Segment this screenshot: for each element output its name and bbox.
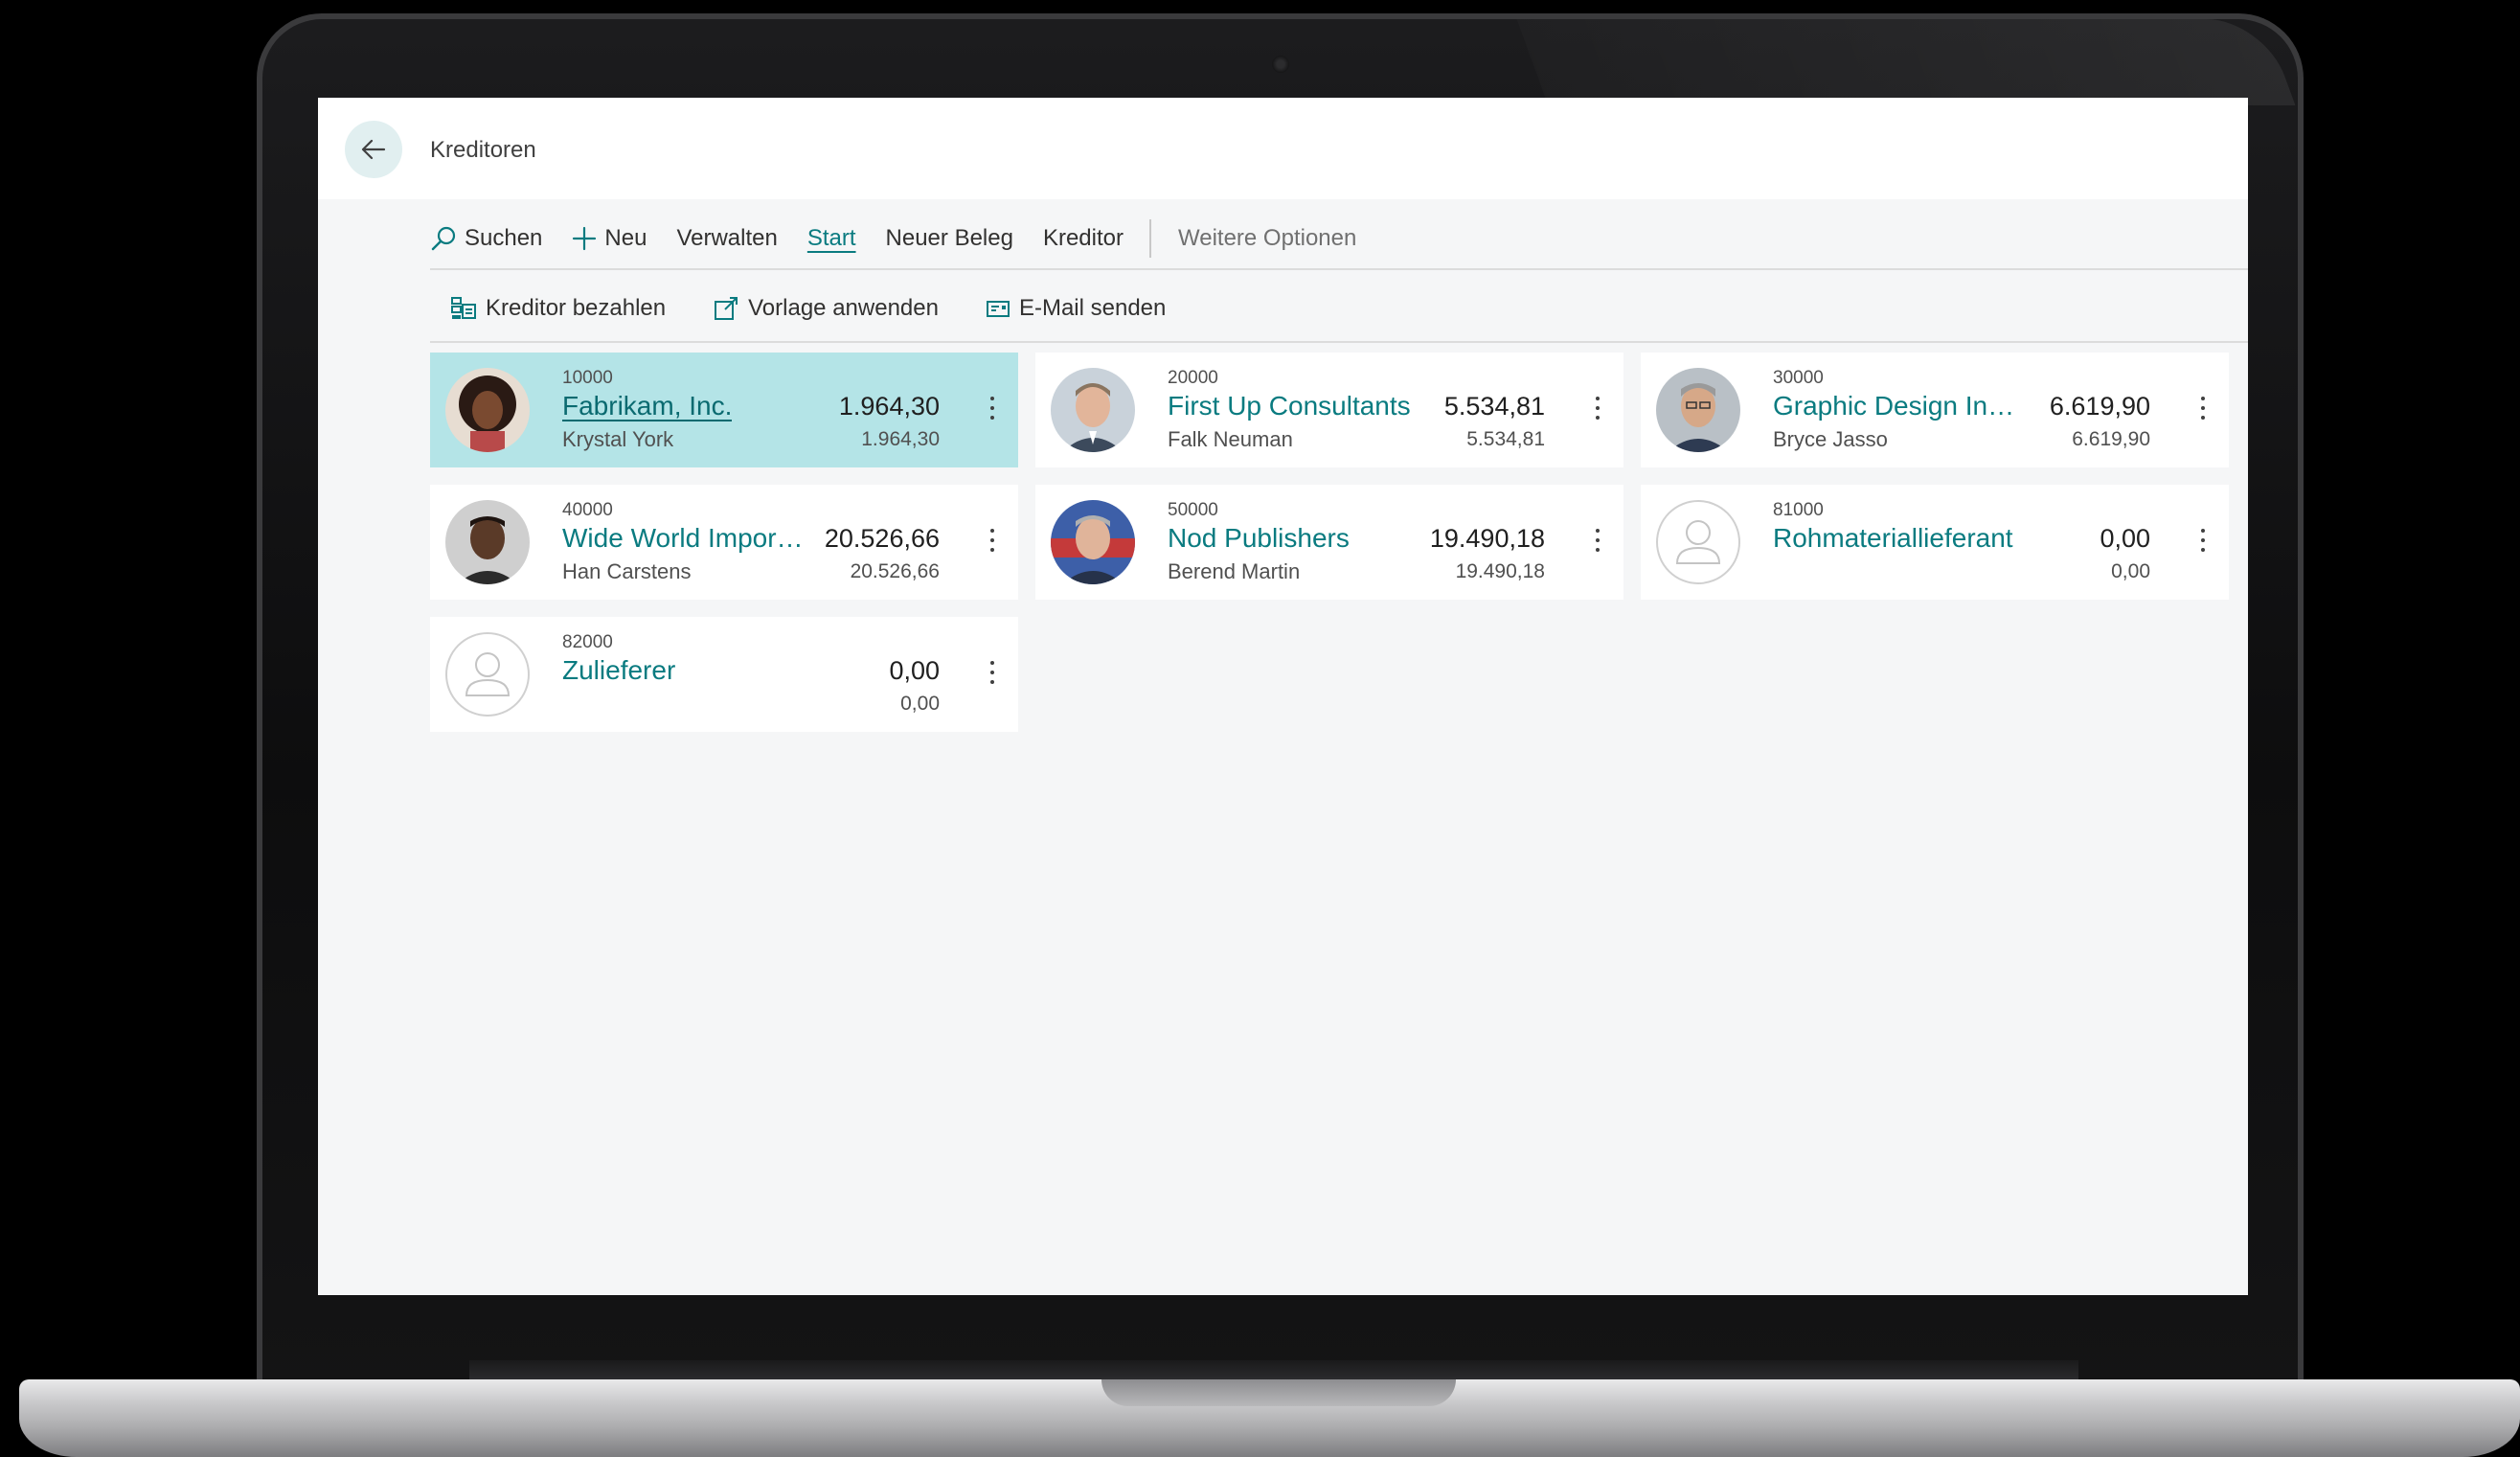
send-email-button[interactable]: E-Mail senden: [985, 295, 1166, 322]
send-email-label: E-Mail senden: [1018, 295, 1167, 321]
vendor-balance-due: 0,00: [2111, 560, 2150, 582]
vendor-balance-due: 20.526,66: [850, 560, 940, 582]
vendor-balance-due: 6.619,90: [2072, 428, 2150, 450]
vendor-number: 10000: [562, 368, 613, 388]
vendor-number: 82000: [562, 632, 613, 652]
plus-icon: [573, 226, 597, 251]
vendor-balance: 6.619,90: [2049, 392, 2150, 421]
more-options-icon[interactable]: [988, 661, 997, 688]
pay-vendor-label: Kreditor bezahlen: [486, 295, 667, 321]
vendor-name-link[interactable]: Rohmateriallieferant: [1773, 523, 2013, 554]
menu-search[interactable]: Suchen: [430, 225, 542, 252]
lid-glare: [1516, 19, 2296, 105]
vendor-number: 40000: [562, 500, 613, 520]
vendor-avatar: [1051, 500, 1135, 584]
webcam: [1272, 56, 1289, 73]
menu-more-options[interactable]: Weitere Optionen: [1178, 225, 1356, 252]
title-bar: Kreditoren: [318, 98, 2248, 199]
vendor-tile[interactable]: 50000 Nod Publishers Berend Martin 19.49…: [1035, 485, 1623, 600]
menu-new[interactable]: Neu: [572, 225, 647, 252]
vendor-balance: 1.964,30: [838, 392, 940, 421]
vendor-number: 30000: [1773, 368, 1824, 388]
vendor-balance: 0,00: [889, 656, 940, 685]
app-screen: Kreditoren Suchen Neu Verwalten Start Ne…: [318, 98, 2248, 1295]
menu-search-label: Suchen: [465, 225, 543, 251]
search-icon: [431, 226, 456, 251]
vendor-name-link[interactable]: Zulieferer: [562, 655, 675, 686]
vendor-name-link[interactable]: Wide World Importers: [562, 523, 807, 554]
menu-start[interactable]: Start: [807, 225, 856, 252]
vendor-contact: Berend Martin: [1168, 559, 1301, 583]
divider: [430, 341, 2248, 343]
vendor-contact: Han Carstens: [562, 559, 692, 583]
email-icon: [986, 301, 1010, 317]
person-icon: [1675, 520, 1721, 564]
menu-vendor[interactable]: Kreditor: [1043, 225, 1124, 252]
back-button[interactable]: [345, 121, 402, 178]
apply-template-icon: [715, 297, 738, 320]
more-options-icon[interactable]: [988, 529, 997, 556]
vendor-tile[interactable]: 82000 Zulieferer 0,00 0,00: [430, 617, 1018, 732]
more-options-icon[interactable]: [1593, 529, 1602, 556]
more-options-icon[interactable]: [2198, 397, 2208, 423]
person-icon: [465, 652, 511, 696]
vendor-avatar-placeholder: [1656, 500, 1740, 584]
pay-vendor-icon: [451, 297, 476, 319]
vendor-tile[interactable]: 40000 Wide World Importers Han Carstens …: [430, 485, 1018, 600]
vendor-name-link[interactable]: First Up Consultants: [1168, 391, 1411, 421]
vendor-balance: 5.534,81: [1443, 392, 1545, 421]
vendor-avatar: [1656, 368, 1740, 452]
divider: [430, 268, 2248, 270]
vendor-avatar: [1051, 368, 1135, 452]
more-options-icon[interactable]: [2198, 529, 2208, 556]
laptop-notch: [1101, 1379, 1456, 1406]
vendor-name-link[interactable]: Nod Publishers: [1168, 523, 1350, 554]
vendor-contact: Bryce Jasso: [1773, 427, 1888, 451]
more-options-icon[interactable]: [988, 397, 997, 423]
apply-template-button[interactable]: Vorlage anwenden: [712, 294, 939, 323]
vendor-number: 20000: [1168, 368, 1218, 388]
menu-new-label: Neu: [604, 225, 647, 251]
menu-new-document[interactable]: Neuer Beleg: [886, 225, 1013, 252]
vendor-avatar-placeholder: [445, 632, 530, 717]
vendor-tile[interactable]: 81000 Rohmateriallieferant 0,00 0,00: [1641, 485, 2229, 600]
apply-template-label: Vorlage anwenden: [748, 295, 939, 321]
vendor-balance-due: 0,00: [900, 693, 940, 715]
vendor-number: 81000: [1773, 500, 1824, 520]
menu-manage[interactable]: Verwalten: [676, 225, 777, 252]
vendor-balance-due: 19.490,18: [1455, 560, 1545, 582]
menu-separator: [1149, 219, 1151, 258]
vendor-avatar: [445, 368, 530, 452]
vendor-balance: 20.526,66: [824, 524, 940, 553]
action-row: Kreditor bezahlen Vorlage anwenden E-Mai…: [449, 289, 1212, 328]
vendor-number: 50000: [1168, 500, 1218, 520]
menu-row: Suchen Neu Verwalten Start Neuer Beleg K…: [430, 216, 1386, 261]
vendor-tile[interactable]: 10000 Fabrikam, Inc. Krystal York 1.964,…: [430, 353, 1018, 467]
vendor-balance: 19.490,18: [1429, 524, 1545, 553]
vendor-tile[interactable]: 30000 Graphic Design Institute Bryce Jas…: [1641, 353, 2229, 467]
vendor-balance-due: 5.534,81: [1466, 428, 1545, 450]
page-title: Kreditoren: [430, 137, 536, 163]
arrow-left-icon: [361, 139, 386, 160]
vendor-contact: Krystal York: [562, 427, 674, 451]
vendor-name-link[interactable]: Graphic Design Institute: [1773, 391, 2018, 421]
vendor-name-link[interactable]: Fabrikam, Inc.: [562, 391, 732, 421]
laptop-hinge: [469, 1360, 2078, 1379]
vendor-balance-due: 1.964,30: [861, 428, 940, 450]
more-options-icon[interactable]: [1593, 397, 1602, 423]
pay-vendor-button[interactable]: Kreditor bezahlen: [449, 294, 666, 323]
vendor-tile[interactable]: 20000 First Up Consultants Falk Neuman 5…: [1035, 353, 1623, 467]
vendor-avatar: [445, 500, 530, 584]
vendor-balance: 0,00: [2100, 524, 2150, 553]
vendor-contact: Falk Neuman: [1168, 427, 1293, 451]
action-bar: Suchen Neu Verwalten Start Neuer Beleg K…: [430, 199, 2248, 360]
